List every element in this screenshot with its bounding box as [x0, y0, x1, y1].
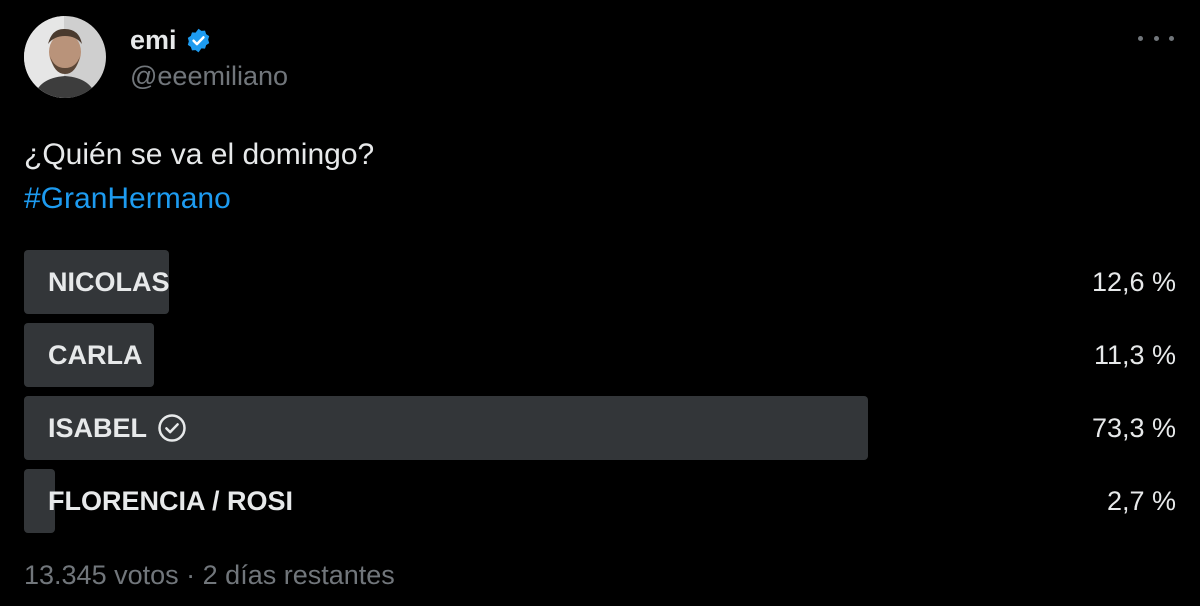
tweet: emi @eeemiliano ¿Quién se va el domingo?…: [0, 0, 1200, 606]
poll-option-percent: 11,3 %: [1093, 339, 1176, 370]
tweet-body: ¿Quién se va el domingo?: [24, 138, 375, 171]
dot-icon: [1138, 35, 1143, 41]
more-options-icon[interactable]: [1138, 26, 1174, 50]
poll-option-label-row: NICOLAS: [48, 250, 170, 314]
poll-option-label: CARLA: [48, 339, 143, 370]
poll-option-label-row: CARLA: [48, 323, 143, 387]
poll-option-percent: 73,3 %: [1091, 412, 1176, 443]
poll-option-percent: 2,7 %: [1106, 485, 1176, 516]
poll-option[interactable]: NICOLAS 12,6 %: [24, 250, 1176, 314]
time-remaining: 2 días restantes: [202, 560, 395, 590]
user-handle[interactable]: @eeemiliano: [130, 61, 288, 92]
poll-option-label: FLORENCIA / ROSI: [48, 485, 294, 516]
poll-option-label: NICOLAS: [48, 266, 170, 297]
poll-option[interactable]: CARLA 11,3 %: [24, 323, 1176, 387]
tweet-text: ¿Quién se va el domingo? #GranHermano: [24, 133, 374, 221]
display-name[interactable]: emi: [130, 25, 177, 56]
poll-option-label-row: ISABEL: [48, 396, 187, 460]
separator: ·: [186, 560, 196, 590]
check-circle-icon: [157, 413, 187, 443]
dot-icon: [1153, 35, 1159, 41]
poll: NICOLAS 12,6 % CARLA 11,3 % ISABEL 73,3 …: [24, 250, 1176, 542]
poll-footer: 13.345 votos · 2 días restantes: [24, 560, 395, 591]
verified-badge-icon[interactable]: [185, 27, 212, 54]
poll-option[interactable]: FLORENCIA / ROSI 2,7 %: [24, 469, 1176, 533]
poll-option[interactable]: ISABEL 73,3 %: [24, 396, 1176, 460]
hashtag-link[interactable]: #GranHermano: [24, 177, 374, 221]
poll-option-percent: 12,6 %: [1091, 266, 1176, 297]
author-name-row: emi: [130, 22, 212, 58]
poll-option-label-row: FLORENCIA / ROSI: [48, 469, 293, 533]
poll-option-label: ISABEL: [48, 412, 148, 443]
avatar[interactable]: [24, 16, 106, 98]
vote-count: 13.345 votos: [24, 560, 179, 590]
dot-icon: [1169, 35, 1174, 41]
